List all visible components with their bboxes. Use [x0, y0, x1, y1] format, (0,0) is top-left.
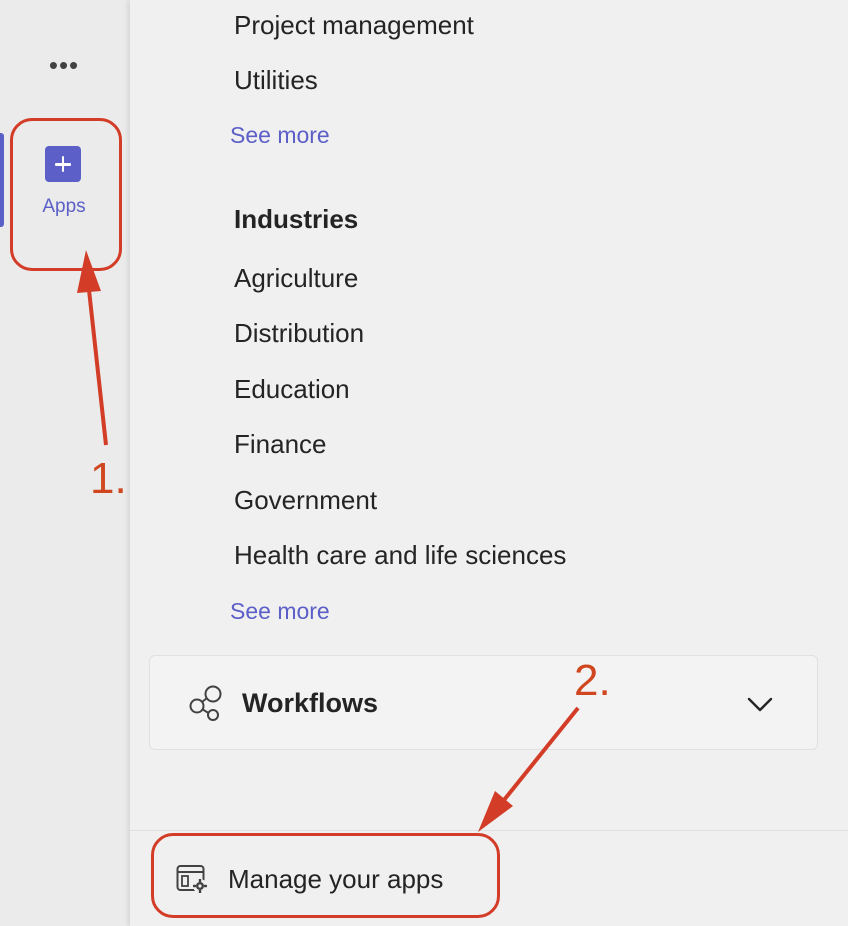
industry-item-finance[interactable]: Finance [234, 429, 327, 460]
annotation-box-apps [10, 118, 122, 271]
industry-item-education[interactable]: Education [234, 374, 350, 405]
annotation-step-1: 1. [90, 454, 127, 503]
industry-item-distribution[interactable]: Distribution [234, 318, 364, 349]
category-item-project-management[interactable]: Project management [234, 10, 474, 41]
workflows-icon [188, 684, 224, 727]
annotation-step-2: 2. [574, 656, 611, 705]
see-more-industries-link[interactable]: See more [230, 598, 330, 625]
workflows-section[interactable]: Workflows [149, 655, 818, 750]
chevron-down-icon[interactable] [746, 694, 774, 719]
more-apps-icon[interactable]: ••• [44, 52, 84, 82]
category-item-utilities[interactable]: Utilities [234, 65, 318, 96]
see-more-link[interactable]: See more [230, 122, 330, 149]
annotation-box-manage-apps [151, 833, 500, 918]
industry-item-government[interactable]: Government [234, 485, 377, 516]
industries-heading: Industries [234, 204, 359, 234]
active-indicator [0, 133, 4, 227]
industry-item-agriculture[interactable]: Agriculture [234, 263, 358, 294]
industry-item-health-care[interactable]: Health care and life sciences [234, 540, 566, 571]
panel-divider [130, 830, 848, 831]
workflows-label: Workflows [242, 688, 379, 718]
